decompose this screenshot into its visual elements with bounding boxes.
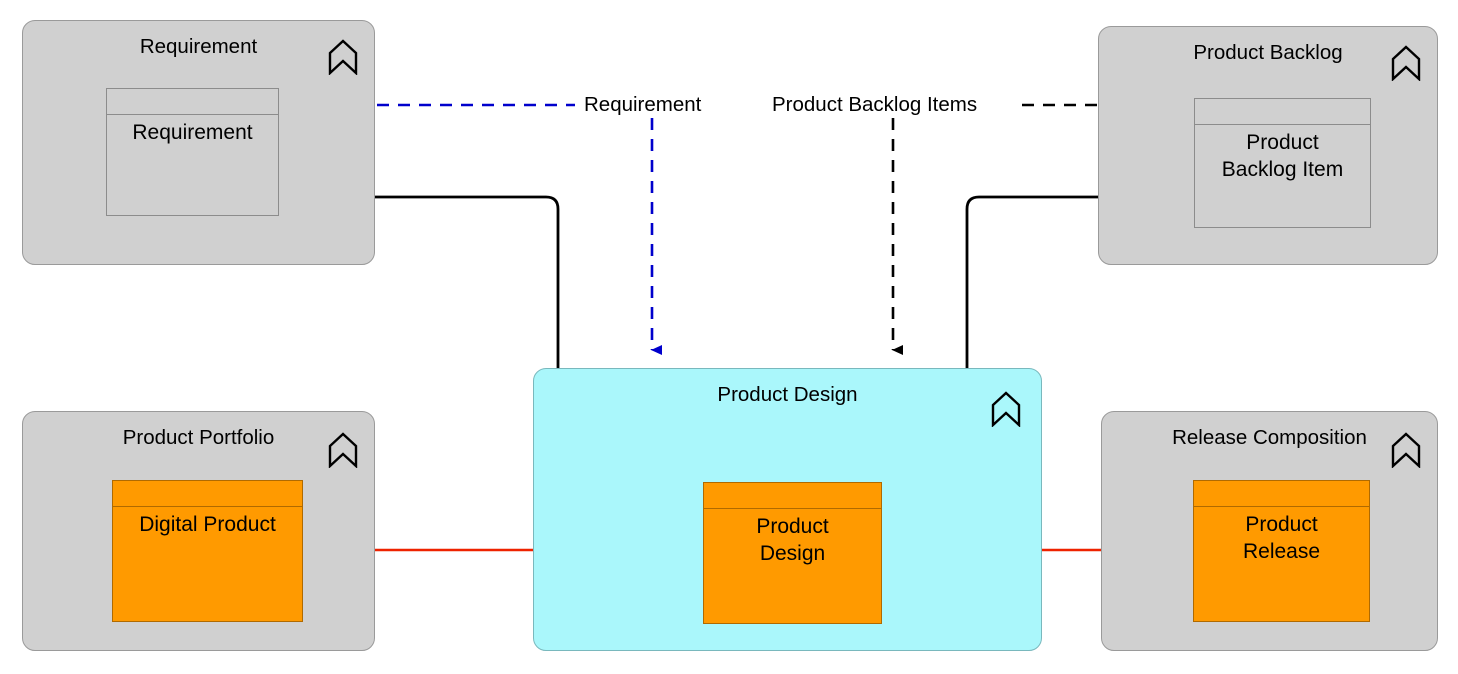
package-title: Product Portfolio xyxy=(122,426,275,449)
element-header-strip xyxy=(107,89,278,115)
element-header-strip xyxy=(704,483,881,509)
package-icon xyxy=(328,432,358,469)
connector-requirement-dependency xyxy=(377,103,662,355)
element-label: Requirement xyxy=(132,121,253,144)
element-product-design[interactable]: Product Design xyxy=(703,482,882,624)
package-icon xyxy=(328,39,358,76)
element-label: Product Release xyxy=(1242,513,1321,563)
element-header-strip xyxy=(1194,481,1369,507)
element-label-wrap: Product Release xyxy=(1194,507,1369,621)
element-label: Digital Product xyxy=(139,513,276,536)
element-label: Product Design xyxy=(756,515,829,565)
element-label-wrap: Product Design xyxy=(704,509,881,623)
element-digital-product[interactable]: Digital Product xyxy=(112,480,303,622)
element-header-strip xyxy=(1195,99,1370,125)
package-title: Product Backlog xyxy=(1193,41,1343,64)
diagram-canvas: Requirement Requirement Product Backlog … xyxy=(0,0,1458,674)
element-requirement[interactable]: Requirement xyxy=(106,88,279,216)
element-product-release[interactable]: Product Release xyxy=(1193,480,1370,622)
connector-label-product-backlog-items: Product Backlog Items xyxy=(769,93,981,117)
package-title: Release Composition xyxy=(1172,426,1367,449)
package-icon xyxy=(991,391,1021,428)
element-label-wrap: Product Backlog Item xyxy=(1195,125,1370,227)
package-title: Requirement xyxy=(139,35,258,58)
element-label-wrap: Digital Product xyxy=(113,507,302,621)
package-title: Product Design xyxy=(717,383,858,406)
connector-label-requirement: Requirement xyxy=(581,93,705,117)
element-product-backlog-item[interactable]: Product Backlog Item xyxy=(1194,98,1371,228)
element-label-wrap: Requirement xyxy=(107,115,278,215)
package-icon xyxy=(1391,45,1421,82)
element-header-strip xyxy=(113,481,302,507)
package-icon xyxy=(1391,432,1421,469)
connector-product-backlog-items-dependency xyxy=(891,103,1100,355)
element-label: Product Backlog Item xyxy=(1221,131,1344,181)
